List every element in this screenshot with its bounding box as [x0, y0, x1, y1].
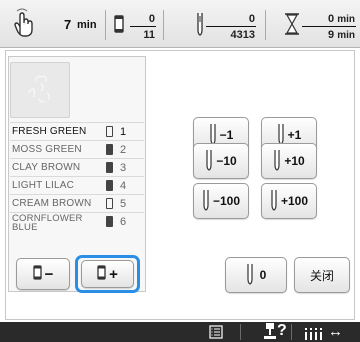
thread-name: MOSS GREEN [12, 144, 82, 155]
stitch-reset-button[interactable]: 0 [225, 257, 287, 293]
divider [105, 10, 106, 40]
move-arrow-label: ↔ [328, 323, 343, 340]
time-counter: 0 min 9 min [302, 13, 356, 44]
time-elapsed: 0 min [302, 13, 356, 27]
color-counter: 0 11 [130, 13, 156, 43]
bottom-toolbar: ? ↔ [0, 322, 360, 342]
thread-name: LIGHT LILAC [12, 180, 75, 191]
thread-number: 2 [120, 144, 127, 156]
needle-icon [246, 263, 254, 288]
list-item-moss-green[interactable]: MOSS GREEN 2 [10, 140, 144, 158]
minus-label: − [44, 265, 54, 283]
plus-label: + [109, 265, 118, 283]
time-total: 9 min [328, 29, 355, 41]
stitch-total: 4313 [230, 29, 255, 41]
hand-pointer-icon [12, 8, 36, 43]
color-total: 11 [143, 29, 155, 41]
stitch-counter: 0 4313 [206, 13, 256, 43]
spool-icon [106, 180, 113, 191]
thread-name: CLAY BROWN [12, 162, 81, 173]
stitch-forward-100-button[interactable]: +100 [261, 183, 317, 219]
stitch-back-10-button[interactable]: −10 [193, 143, 249, 179]
remaining-time-value: 7 [64, 17, 72, 32]
help-button[interactable]: ? [241, 322, 291, 342]
divider [265, 10, 266, 40]
thread-name: CREAM BROWN [12, 198, 92, 209]
sort-list-button[interactable] [180, 322, 240, 342]
needle-icon [196, 12, 204, 41]
thread-number: 3 [120, 162, 127, 174]
list-item-light-lilac[interactable]: LIGHT LILAC 4 [10, 176, 144, 194]
stitch-current: 0 [206, 13, 256, 27]
previous-color-button[interactable]: − [16, 258, 70, 290]
color-index: 0 [130, 13, 156, 27]
thread-name: FRESH GREEN [12, 126, 87, 137]
spool-icon [32, 265, 42, 283]
list-item-clay-brown[interactable]: CLAY BROWN 3 [10, 158, 144, 176]
hourglass-icon [284, 13, 300, 40]
needle-bars-icon [304, 327, 324, 342]
checklist-icon [209, 325, 223, 342]
status-bar: 7 min 0 11 0 4313 0 min 9 min [0, 0, 360, 48]
needle-icon [205, 149, 213, 174]
spool-icon [114, 15, 124, 38]
move-button[interactable]: ↔ [292, 322, 360, 342]
spool-icon [106, 216, 113, 227]
spool-icon [106, 162, 113, 173]
spool-icon [106, 144, 113, 155]
stitch-forward-10-button[interactable]: +10 [261, 143, 317, 179]
remaining-time-unit: min [77, 19, 97, 31]
spool-icon [97, 265, 106, 283]
divider [163, 10, 164, 40]
next-color-button[interactable]: + [81, 260, 134, 288]
spool-icon [106, 198, 113, 209]
list-item-cornflower-blue[interactable]: CORNFLOWER BLUE 6 [10, 212, 144, 233]
thread-number: 5 [120, 198, 127, 210]
sewing-machine-icon [264, 323, 276, 342]
thread-number: 6 [120, 216, 127, 228]
embroidery-preview [10, 62, 70, 118]
close-button[interactable]: 关闭 [294, 257, 350, 293]
thread-number: 1 [120, 126, 127, 138]
needle-icon [202, 189, 210, 214]
list-item-cream-brown[interactable]: CREAM BROWN 5 [10, 194, 144, 212]
stitch-back-100-button[interactable]: −100 [193, 183, 249, 219]
thread-color-list: FRESH GREEN 1 MOSS GREEN 2 CLAY BROWN 3 … [10, 122, 144, 233]
help-label: ? [277, 322, 287, 339]
list-item-fresh-green[interactable]: FRESH GREEN 1 [10, 122, 144, 140]
needle-icon [273, 149, 281, 174]
thread-number: 4 [120, 180, 127, 192]
thread-name: CORNFLOWER BLUE [12, 213, 83, 233]
spool-icon [106, 126, 113, 137]
needle-icon [270, 189, 278, 214]
